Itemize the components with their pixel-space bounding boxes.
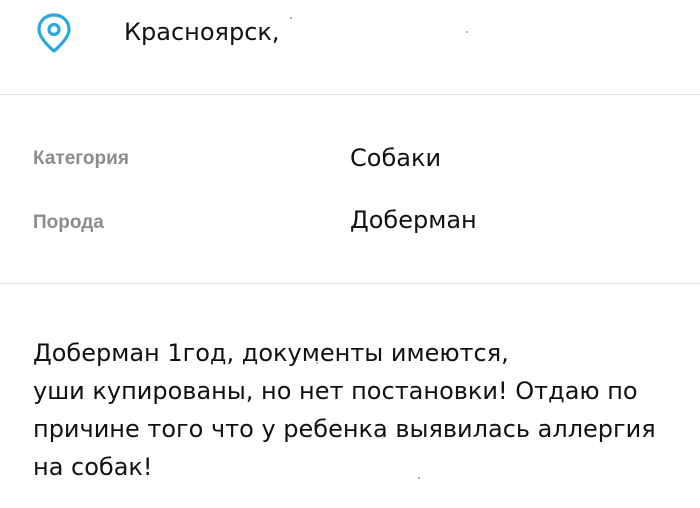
section-divider	[0, 94, 700, 95]
property-value-breed: Доберман	[350, 206, 477, 234]
location-row: Красноярск,	[0, 0, 700, 94]
location-city: Красноярск,	[124, 18, 280, 46]
redaction-speck	[316, 362, 318, 364]
redaction-speck	[418, 477, 420, 479]
redaction-speck	[290, 17, 292, 19]
property-value-category: Собаки	[350, 144, 442, 172]
redaction-speck	[466, 31, 468, 33]
property-label-breed: Порода	[33, 212, 104, 233]
listing-description: Доберман 1год, документы имеются, уши ку…	[33, 339, 656, 481]
section-divider	[0, 283, 700, 284]
property-label-category: Категория	[33, 148, 129, 169]
map-pin-icon	[34, 12, 74, 54]
